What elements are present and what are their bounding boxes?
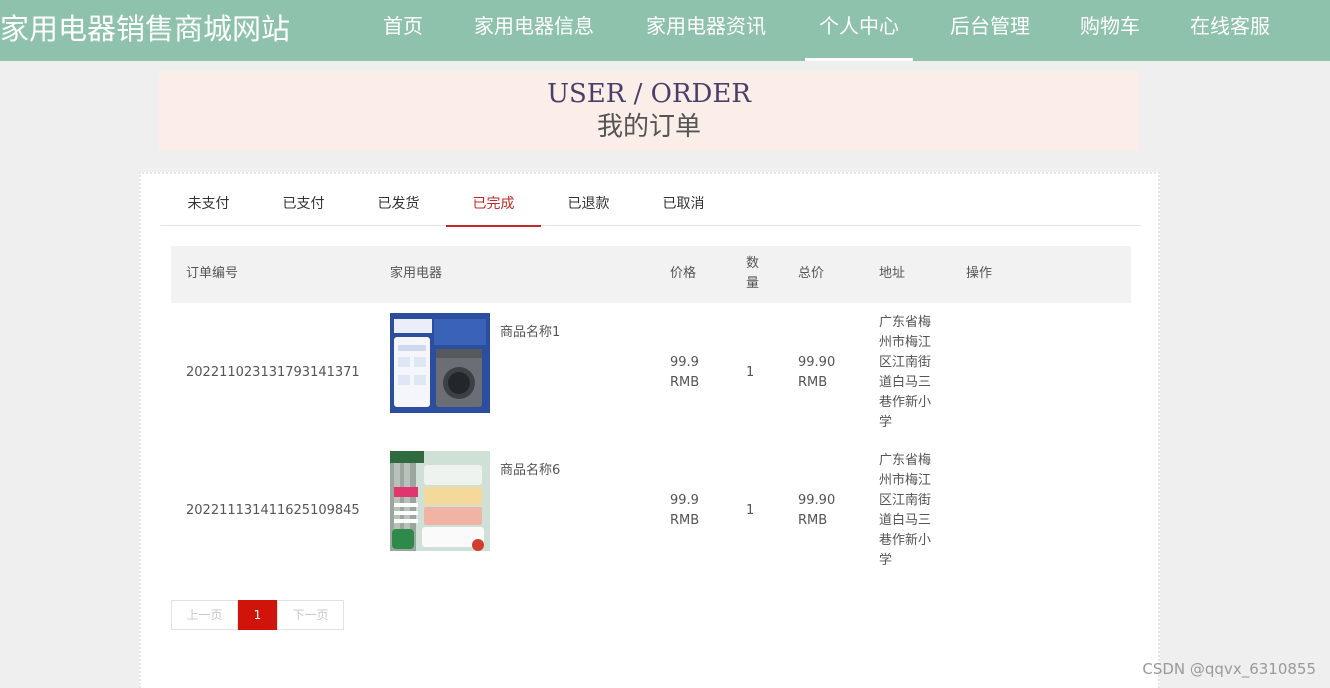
page-1-button[interactable]: 1 bbox=[238, 600, 277, 630]
table-header: 订单编号 家用电器 价格 数量 总价 地址 操作 bbox=[171, 246, 1131, 303]
nav-customer-service[interactable]: 在线客服 bbox=[1185, 0, 1275, 61]
tab-completed[interactable]: 已完成 bbox=[446, 182, 541, 227]
product-name[interactable]: 商品名称1 bbox=[500, 323, 560, 343]
col-qty: 数量 bbox=[746, 256, 760, 291]
order-number: 202211023131793141371 bbox=[186, 365, 360, 380]
nav-personal-center[interactable]: 个人中心 bbox=[805, 0, 913, 61]
nav-home[interactable]: 首页 bbox=[381, 0, 425, 61]
tab-shipped[interactable]: 已发货 bbox=[351, 182, 446, 226]
order-panel: 未支付 已支付 已发货 已完成 已退款 已取消 订单编号 家用电器 价格 数量 … bbox=[139, 172, 1160, 688]
quantity: 1 bbox=[746, 503, 755, 518]
total-price: 99.90 bbox=[798, 355, 836, 370]
nav-cart[interactable]: 购物车 bbox=[1076, 0, 1144, 61]
order-status-tabs: 未支付 已支付 已发货 已完成 已退款 已取消 bbox=[161, 182, 1141, 227]
price: 99.9 bbox=[670, 493, 699, 508]
price-unit: RMB bbox=[670, 513, 700, 528]
col-address: 地址 bbox=[879, 266, 906, 281]
col-order-no: 订单编号 bbox=[186, 266, 239, 281]
watermark: CSDN @qqvx_6310855 bbox=[1142, 660, 1316, 678]
total-unit: RMB bbox=[798, 375, 828, 390]
nav-appliance-news[interactable]: 家用电器资讯 bbox=[639, 0, 773, 61]
total-unit: RMB bbox=[798, 513, 828, 528]
total-price: 99.90 bbox=[798, 493, 836, 508]
col-action: 操作 bbox=[966, 266, 993, 281]
tab-refunded[interactable]: 已退款 bbox=[541, 182, 636, 226]
page-title-cn: 我的订单 bbox=[596, 112, 701, 142]
nav-appliance-info[interactable]: 家用电器信息 bbox=[467, 0, 601, 61]
col-total: 总价 bbox=[798, 266, 825, 281]
product-name[interactable]: 商品名称6 bbox=[500, 461, 560, 481]
top-nav: 家用电器销售商城网站 首页 家用电器信息 家用电器资讯 个人中心 后台管理 购物… bbox=[0, 0, 1330, 61]
prev-page-button[interactable]: 上一页 bbox=[171, 600, 238, 630]
col-product: 家用电器 bbox=[390, 266, 443, 281]
price-unit: RMB bbox=[670, 375, 700, 390]
price: 99.9 bbox=[670, 355, 699, 370]
washing-machine-image[interactable] bbox=[390, 313, 490, 413]
page-title-banner: USER / ORDER 我的订单 bbox=[159, 71, 1139, 151]
page-title-en: USER / ORDER bbox=[547, 79, 751, 109]
tab-cancelled[interactable]: 已取消 bbox=[636, 182, 731, 226]
fruit-steamer-image[interactable] bbox=[390, 451, 490, 551]
address: 广东省梅州市梅江区江南街道白马三巷作新小学 bbox=[879, 315, 932, 430]
order-number: 202211131411625109845 bbox=[186, 503, 360, 518]
next-page-button[interactable]: 下一页 bbox=[277, 600, 344, 630]
tab-paid[interactable]: 已支付 bbox=[256, 182, 351, 226]
tab-unpaid[interactable]: 未支付 bbox=[161, 182, 256, 226]
nav-admin[interactable]: 后台管理 bbox=[945, 0, 1035, 61]
table-row: 202211131411625109845 商品名称6 99.9 RMB 1 9… bbox=[171, 441, 1131, 579]
site-title[interactable]: 家用电器销售商城网站 bbox=[0, 6, 290, 48]
address: 广东省梅州市梅江区江南街道白马三巷作新小学 bbox=[879, 453, 932, 568]
table-row: 202211023131793141371 商品名称1 99.9 RMB 1 9… bbox=[171, 303, 1131, 441]
col-price: 价格 bbox=[670, 266, 697, 281]
quantity: 1 bbox=[746, 365, 755, 380]
